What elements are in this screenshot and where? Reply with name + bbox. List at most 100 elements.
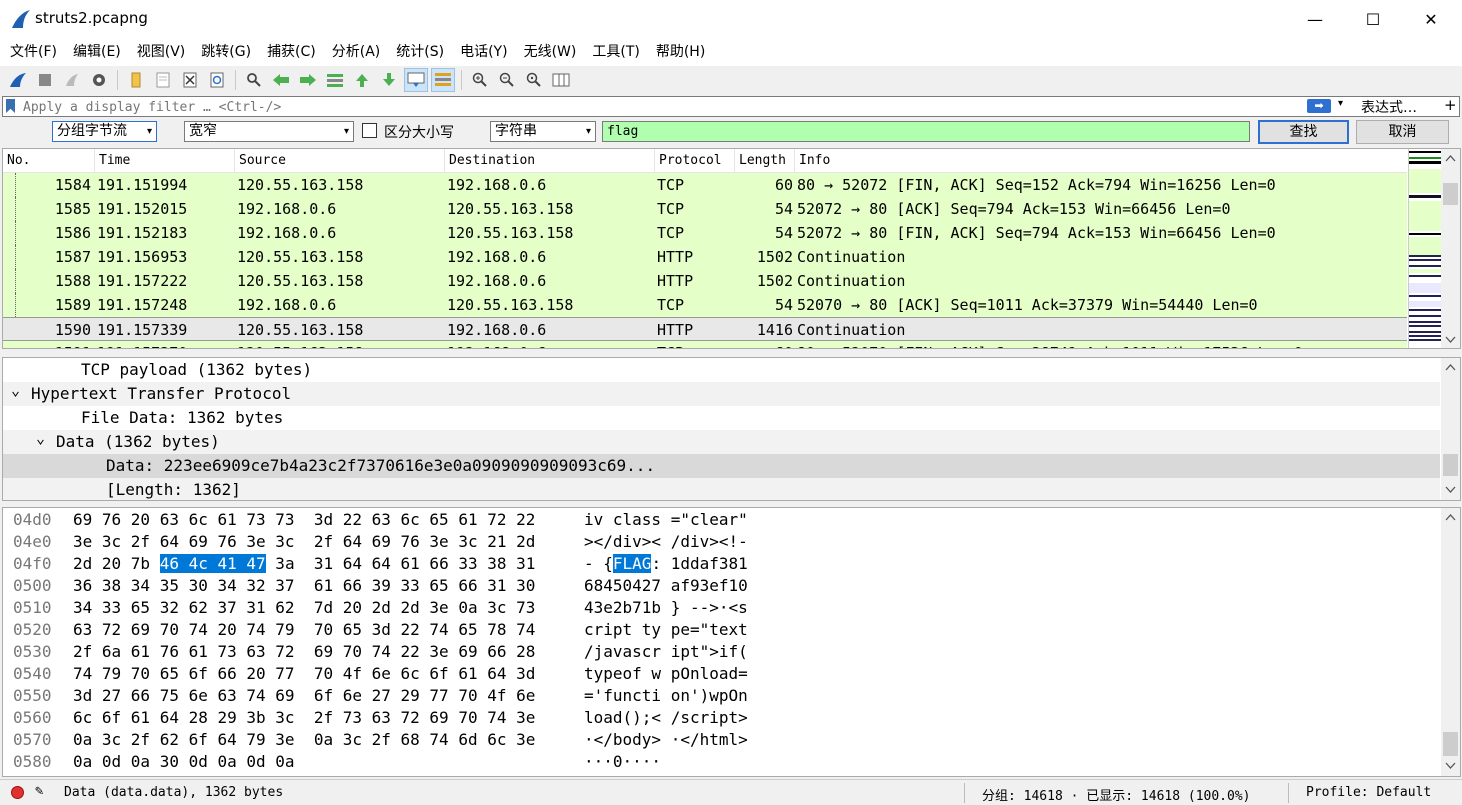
- bytes-scrollbar[interactable]: [1441, 508, 1460, 776]
- expand-toggle-icon[interactable]: ⌄: [11, 378, 20, 402]
- add-filter-button[interactable]: +: [1444, 96, 1457, 114]
- shark-fin-start-icon[interactable]: [6, 68, 30, 92]
- byte-row[interactable]: 0570 0a 3c 2f 62 6f 64 79 3e 0a 3c 2f 68 …: [3, 729, 1433, 751]
- packet-row[interactable]: 1589 191.157248 192.168.0.6 120.55.163.158 T…: [3, 293, 1407, 317]
- search-type-select[interactable]: 字符串 ▾: [490, 121, 596, 142]
- byte-row[interactable]: 0510 34 33 65 32 62 37 31 62 7d 20 2d 2d …: [3, 597, 1433, 619]
- packet-row[interactable]: 1591 191.157370 120.55.163.158 192.168.0.6 T…: [3, 341, 1407, 348]
- menu-telephony[interactable]: 电话(Y): [452, 38, 515, 66]
- detail-row[interactable]: File Data: 1362 bytes: [3, 406, 1440, 430]
- close-button[interactable]: ✕: [1402, 0, 1460, 38]
- minimize-button[interactable]: —: [1286, 0, 1344, 38]
- search-string-input[interactable]: flag: [602, 121, 1250, 142]
- detail-row[interactable]: ⌄ Hypertext Transfer Protocol: [3, 381, 1440, 406]
- byte-row[interactable]: 04d0 69 76 20 63 6c 61 73 73 3d 22 63 6c …: [3, 509, 1433, 531]
- zoom-reset-icon[interactable]: [522, 68, 546, 92]
- expand-toggle-icon[interactable]: ⌄: [36, 426, 45, 450]
- zoom-in-icon[interactable]: [468, 68, 492, 92]
- go-to-packet-icon[interactable]: [323, 68, 347, 92]
- cell-destination: 120.55.163.158: [447, 200, 574, 218]
- save-file-icon[interactable]: [151, 68, 175, 92]
- packet-list-scrollbar[interactable]: [1441, 149, 1460, 348]
- byte-row[interactable]: 0540 74 79 70 65 6f 66 20 77 70 4f 6e 6c …: [3, 663, 1433, 685]
- byte-row[interactable]: 0580 0a 0d 0a 30 0d 0a 0d 0a ···0····: [3, 751, 1433, 773]
- byte-row[interactable]: 04f0 2d 20 7b 46 4c 41 47 3a 31 64 64 61 …: [3, 553, 1433, 575]
- menu-help[interactable]: 帮助(H): [648, 38, 713, 66]
- cell-protocol: HTTP: [657, 272, 694, 290]
- expression-button[interactable]: 表达式…: [1361, 97, 1417, 117]
- column-header-protocol[interactable]: Protocol: [655, 149, 735, 173]
- go-last-icon[interactable]: [377, 68, 401, 92]
- apply-filter-arrow-icon[interactable]: ➡: [1307, 99, 1331, 113]
- details-scrollbar[interactable]: [1441, 358, 1460, 500]
- packet-row[interactable]: 1588 191.157222 120.55.163.158 192.168.0.6 H…: [3, 269, 1407, 293]
- cell-length: 1502: [756, 248, 793, 266]
- stop-capture-icon[interactable]: [33, 68, 57, 92]
- byte-hex: 2d 20 7b 46 4c 41 47 3a 31 64 64 61 66 3…: [73, 553, 535, 575]
- byte-row[interactable]: 0520 63 72 69 70 74 20 74 79 70 65 3d 22 …: [3, 619, 1433, 641]
- menu-go[interactable]: 跳转(G): [193, 38, 259, 66]
- chevron-down-icon: ▾: [585, 126, 591, 137]
- maximize-button[interactable]: ☐: [1344, 0, 1402, 38]
- menu-statistics[interactable]: 统计(S): [388, 38, 452, 66]
- detail-row[interactable]: [Length: 1362]: [3, 478, 1440, 500]
- column-header-no[interactable]: No.: [3, 149, 95, 173]
- find-button[interactable]: 查找: [1258, 120, 1349, 144]
- go-forward-icon[interactable]: [296, 68, 320, 92]
- cell-time: 191.152183: [97, 224, 188, 242]
- find-packet-icon[interactable]: [242, 68, 266, 92]
- restart-capture-icon[interactable]: [60, 68, 84, 92]
- search-in-select[interactable]: 分组字节流 ▾: [52, 121, 157, 142]
- column-header-length[interactable]: Length: [735, 149, 795, 173]
- byte-row[interactable]: 0550 3d 27 66 75 6e 63 74 69 6f 6e 27 29 …: [3, 685, 1433, 707]
- byte-row[interactable]: 0530 2f 6a 61 76 61 73 63 72 69 70 74 22 …: [3, 641, 1433, 663]
- bookmark-icon[interactable]: [6, 99, 15, 113]
- detail-row[interactable]: Data: 223ee6909ce7b4a23c2f7370616e3e0a09…: [3, 454, 1440, 478]
- byte-offset: 0500: [13, 576, 52, 595]
- packet-row[interactable]: 1590 191.157339 120.55.163.158 192.168.0.6 H…: [3, 317, 1407, 341]
- resize-columns-icon[interactable]: [549, 68, 573, 92]
- packet-row[interactable]: 1584 191.151994 120.55.163.158 192.168.0.6 T…: [3, 173, 1407, 197]
- packet-row[interactable]: 1587 191.156953 120.55.163.158 192.168.0.6 H…: [3, 245, 1407, 269]
- menu-wireless[interactable]: 无线(W): [516, 38, 585, 66]
- column-header-info[interactable]: Info: [795, 149, 1407, 173]
- close-file-icon[interactable]: [178, 68, 202, 92]
- edit-comment-icon[interactable]: ✎: [35, 783, 43, 799]
- auto-scroll-icon[interactable]: [404, 68, 428, 92]
- menu-analyze[interactable]: 分析(A): [324, 38, 389, 66]
- byte-row[interactable]: 0560 6c 6f 61 64 28 29 3b 3c 2f 73 63 72 …: [3, 707, 1433, 729]
- go-first-icon[interactable]: [350, 68, 374, 92]
- capture-options-icon[interactable]: [87, 68, 111, 92]
- go-back-icon[interactable]: [269, 68, 293, 92]
- column-header-source[interactable]: Source: [235, 149, 445, 173]
- expert-info-led-icon[interactable]: [11, 786, 24, 799]
- byte-row[interactable]: 0500 36 38 34 35 30 34 32 37 61 66 39 33 …: [3, 575, 1433, 597]
- status-profile[interactable]: Profile: Default: [1306, 785, 1431, 800]
- packet-row[interactable]: 1585 191.152015 192.168.0.6 120.55.163.158 T…: [3, 197, 1407, 221]
- cell-destination: 120.55.163.158: [447, 296, 574, 314]
- cell-source: 120.55.163.158: [237, 321, 364, 339]
- detail-row[interactable]: ⌄ Data (1362 bytes): [3, 429, 1440, 454]
- reload-file-icon[interactable]: [205, 68, 229, 92]
- colorize-icon[interactable]: [431, 68, 455, 92]
- packet-row[interactable]: 1586 191.152183 192.168.0.6 120.55.163.158 T…: [3, 221, 1407, 245]
- detail-row[interactable]: TCP payload (1362 bytes): [3, 358, 1440, 382]
- packet-minimap[interactable]: [1408, 149, 1441, 348]
- zoom-out-icon[interactable]: [495, 68, 519, 92]
- menu-file[interactable]: 文件(F): [2, 38, 65, 66]
- byte-hex: 3e 3c 2f 64 69 76 3e 3c 2f 64 69 76 3e 3…: [73, 532, 536, 551]
- column-header-time[interactable]: Time: [95, 149, 235, 173]
- open-file-icon[interactable]: [124, 68, 148, 92]
- display-filter-input[interactable]: [23, 98, 1293, 116]
- case-sensitive-checkbox[interactable]: [362, 123, 377, 138]
- filter-history-dropdown-icon[interactable]: ▾: [1338, 98, 1343, 109]
- cancel-button[interactable]: 取消: [1356, 120, 1449, 144]
- character-width-select[interactable]: 宽窄 ▾: [184, 121, 354, 142]
- menu-edit[interactable]: 编辑(E): [65, 38, 129, 66]
- byte-row[interactable]: 04e0 3e 3c 2f 64 69 76 3e 3c 2f 64 69 76 …: [3, 531, 1433, 553]
- menu-view[interactable]: 视图(V): [129, 38, 194, 66]
- menu-capture[interactable]: 捕获(C): [259, 38, 324, 66]
- cell-destination: 192.168.0.6: [447, 272, 547, 290]
- menu-tools[interactable]: 工具(T): [584, 38, 647, 66]
- column-header-destination[interactable]: Destination: [445, 149, 655, 173]
